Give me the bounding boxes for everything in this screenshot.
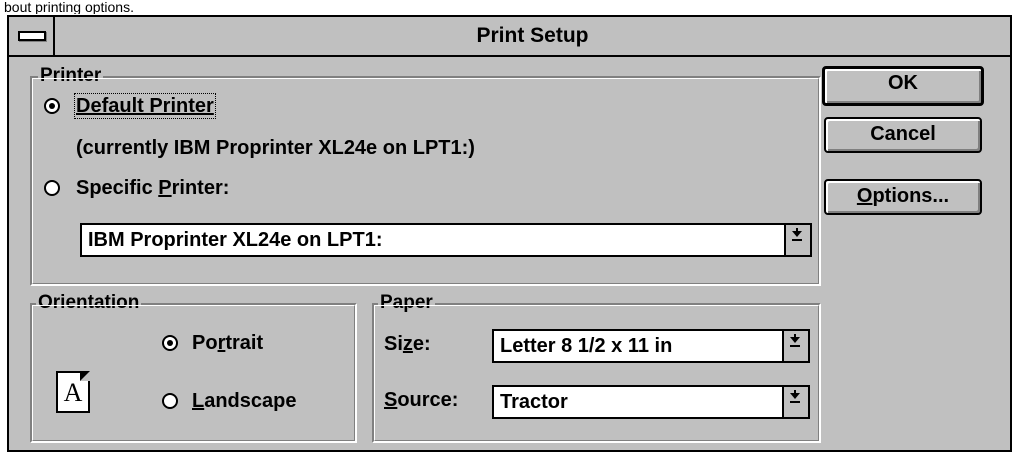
specific-printer-text-post: rinter:: [171, 177, 230, 199]
default-printer-radio[interactable]: [44, 98, 60, 114]
landscape-accesskey: L: [192, 390, 205, 412]
dropdown-arrow-icon[interactable]: [782, 331, 808, 361]
printer-legend: Printer: [38, 65, 104, 86]
paper-source-select[interactable]: Tractor: [492, 385, 810, 419]
source-label: Source:: [384, 389, 458, 411]
size-label: Size:: [384, 333, 431, 355]
specific-printer-label[interactable]: Specific Printer:: [76, 177, 229, 199]
specific-printer-radio[interactable]: [44, 180, 60, 196]
current-printer-info: (currently IBM Proprinter XL24e on LPT1:…: [76, 137, 475, 159]
options-button[interactable]: Options...: [824, 179, 982, 215]
landscape-label[interactable]: Landscape: [192, 390, 296, 412]
orientation-legend: Orientation: [36, 292, 142, 313]
default-printer-text: Default Printer: [76, 95, 214, 117]
system-menu-bar-icon: [18, 31, 46, 41]
specific-printer-select[interactable]: IBM Proprinter XL24e on LPT1:: [80, 223, 812, 257]
size-text-post: e:: [412, 333, 431, 355]
system-menu-button[interactable]: [9, 17, 55, 55]
source-accesskey: S: [384, 389, 398, 411]
cancel-button[interactable]: Cancel: [824, 117, 982, 153]
landscape-radio[interactable]: [162, 393, 178, 409]
portrait-text-pre: Po: [192, 332, 218, 354]
paper-source-value: Tractor: [500, 391, 568, 413]
portrait-label[interactable]: Portrait: [192, 332, 263, 354]
portrait-page-icon: A: [56, 371, 90, 413]
dropdown-arrow-icon[interactable]: [784, 225, 810, 255]
paper-size-select[interactable]: Letter 8 1/2 x 11 in: [492, 329, 810, 363]
printer-group: Printer Default Printer (currently IBM P…: [30, 66, 821, 286]
dropdown-arrow-icon[interactable]: [782, 387, 808, 417]
size-text-pre: Si: [384, 333, 403, 355]
background-snippet-text: bout printing options.: [4, 0, 134, 14]
paper-legend: Paper: [378, 292, 435, 313]
options-accesskey: O: [856, 185, 873, 207]
window-title: Print Setup: [476, 24, 589, 47]
ok-button[interactable]: OK: [822, 66, 984, 106]
title-bar: Print Setup: [9, 17, 1010, 57]
orientation-group: Orientation A Portrait Landscape: [30, 293, 357, 443]
portrait-radio[interactable]: [162, 335, 178, 351]
specific-printer-accesskey: P: [158, 177, 172, 199]
default-printer-label[interactable]: Default Printer: [74, 93, 216, 119]
source-text-post: ource:: [397, 389, 459, 411]
landscape-text-post: andscape: [204, 390, 297, 412]
print-setup-dialog: Print Setup Printer Default Printer (cur…: [7, 15, 1012, 452]
options-text-post: ptions...: [872, 185, 950, 207]
size-accesskey: z: [402, 333, 413, 355]
specific-printer-text-pre: Specific: [76, 177, 159, 199]
portrait-text-post: trait: [225, 332, 264, 354]
page-glyph: A: [63, 378, 83, 407]
paper-group: Paper Size: Letter 8 1/2 x 11 in Source:…: [372, 293, 821, 443]
paper-size-value: Letter 8 1/2 x 11 in: [500, 335, 673, 357]
specific-printer-value: IBM Proprinter XL24e on LPT1:: [88, 229, 383, 251]
